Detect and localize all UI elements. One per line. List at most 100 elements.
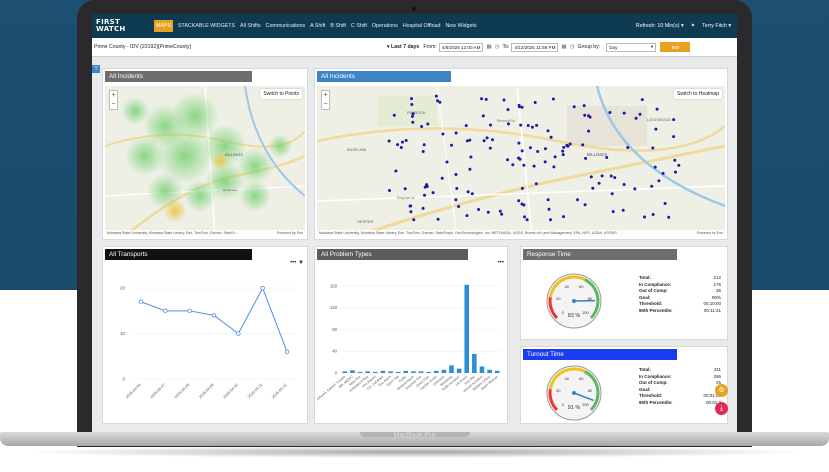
gauge-tick: 60 bbox=[579, 284, 584, 289]
incident-point bbox=[673, 158, 677, 162]
incident-point bbox=[436, 217, 440, 221]
gauge-tick: 20 bbox=[556, 296, 561, 301]
calendar-icon[interactable]: ▦ bbox=[561, 44, 566, 50]
stat-label: In Compliance: bbox=[639, 281, 672, 287]
stat-label: Out of Comp: bbox=[639, 288, 668, 294]
nav-item-maps[interactable]: MAPS bbox=[154, 20, 174, 32]
powered-by[interactable]: Powered by Esri bbox=[696, 230, 723, 237]
incident-point bbox=[640, 98, 644, 102]
nav-item-operations[interactable]: Operations bbox=[372, 23, 398, 29]
points-basemap: RIMROCK LOCKWOOD BASELINE BILLINGS HESPE… bbox=[317, 86, 725, 237]
nav-item-new-widgets[interactable]: New Widgets bbox=[445, 23, 476, 29]
switch-to-heatmap-button[interactable]: Switch to Heatmap bbox=[674, 89, 722, 99]
panel-tools: ••• ▼ bbox=[290, 260, 304, 266]
attribution-text: Montana State University, Montana State … bbox=[319, 231, 617, 235]
incident-point bbox=[674, 170, 677, 174]
calendar-icon[interactable]: ▦ bbox=[486, 44, 491, 50]
to-date-input[interactable]: 4/12/2025 11:59 PM bbox=[511, 42, 559, 52]
data-point bbox=[211, 313, 217, 318]
nav-item-stackable-widgets[interactable]: STACKABLE WIDGETS bbox=[178, 23, 235, 29]
map-label: LOCKWOOD bbox=[647, 117, 671, 122]
x-tick-label: 2025-04-11 bbox=[247, 383, 263, 399]
incident-point bbox=[576, 198, 579, 202]
incident-point bbox=[565, 143, 569, 147]
bar bbox=[418, 371, 424, 373]
clock-icon[interactable]: ◷ bbox=[570, 44, 575, 50]
incident-point bbox=[587, 129, 591, 133]
chevron-down-icon: ▾ bbox=[728, 23, 731, 29]
incident-point bbox=[457, 205, 461, 208]
nav-item-hospital-offload[interactable]: Hospital Offload bbox=[403, 23, 441, 29]
filter-icon[interactable]: ▼ bbox=[298, 260, 304, 266]
incident-point bbox=[672, 135, 676, 139]
incident-point bbox=[517, 199, 521, 203]
gauge-tick: 40 bbox=[565, 284, 570, 289]
bar bbox=[403, 370, 409, 373]
incident-point bbox=[425, 183, 429, 187]
user-menu[interactable]: Terry Fitch ▾ bbox=[702, 23, 731, 29]
incident-point bbox=[422, 143, 426, 147]
zoom-in-button[interactable]: + bbox=[322, 91, 329, 100]
zoom-out-button[interactable]: − bbox=[110, 100, 117, 109]
incident-point bbox=[507, 122, 510, 126]
map-attribution: Montana State University, Montana State … bbox=[317, 230, 725, 237]
pin-icon[interactable]: ✦ bbox=[691, 23, 695, 29]
from-date-input[interactable]: 4/6/2025 12:00 AM bbox=[438, 42, 484, 52]
settings-fab-icon[interactable]: ⚙ bbox=[715, 384, 728, 397]
incident-point bbox=[600, 174, 604, 178]
nav-item-all-shifts[interactable]: All Shifts bbox=[240, 23, 261, 29]
zoom-out-button[interactable]: − bbox=[322, 100, 329, 109]
nav-item-c-shift[interactable]: C Shift bbox=[351, 23, 367, 29]
incident-point bbox=[546, 198, 550, 202]
points-map[interactable]: RIMROCK LOCKWOOD BASELINE BILLINGS HESPE… bbox=[317, 86, 725, 237]
powered-by[interactable]: Powered by Esri bbox=[276, 230, 303, 237]
refresh-selector[interactable]: Refresh: 10 Min(s) ▾ bbox=[636, 23, 684, 29]
incident-point bbox=[549, 135, 553, 139]
incident-point bbox=[484, 97, 488, 101]
incident-point bbox=[638, 112, 642, 116]
incident-point bbox=[551, 97, 555, 101]
y-tick-label: 10 bbox=[120, 331, 126, 336]
response-stats: Total: 212 In Compliance: 176 Out of Comp: 36… bbox=[639, 275, 721, 315]
incident-point bbox=[582, 104, 586, 108]
incident-point bbox=[410, 103, 414, 106]
incident-point bbox=[520, 186, 524, 190]
nav-item-a-shift[interactable]: A Shift bbox=[310, 23, 325, 29]
stat-value: 00:11:41 bbox=[703, 307, 721, 313]
agency-context[interactable]: Prime County - IDV (23192)[PrimeCounty] bbox=[92, 44, 387, 50]
bar bbox=[395, 371, 401, 373]
more-options-icon[interactable]: ••• bbox=[498, 260, 504, 266]
top-nav: FIRST WATCH MAPS STACKABLE WIDGETS All S… bbox=[92, 14, 737, 38]
nav-item-b-shift[interactable]: B Shift bbox=[330, 23, 346, 29]
zoom-in-button[interactable]: + bbox=[110, 91, 117, 100]
group-by-select[interactable]: Day ▾ bbox=[606, 42, 657, 52]
brand-logo[interactable]: FIRST WATCH bbox=[92, 19, 154, 33]
bar bbox=[472, 353, 477, 373]
clock-icon[interactable]: ◷ bbox=[495, 44, 500, 50]
stat-row: Threshold: 00:01:00 bbox=[639, 393, 721, 400]
stat-row: Total: 311 bbox=[639, 367, 721, 374]
incident-point bbox=[621, 208, 625, 212]
gauge-tick: 40 bbox=[565, 376, 570, 381]
download-fab-icon[interactable]: ⤓ bbox=[715, 402, 728, 415]
bar bbox=[479, 366, 485, 373]
incident-point bbox=[485, 136, 489, 140]
incident-point bbox=[465, 214, 469, 218]
incident-point bbox=[480, 97, 483, 101]
switch-to-points-button[interactable]: Switch to Points bbox=[260, 89, 302, 99]
more-options-icon[interactable]: ••• bbox=[290, 260, 296, 266]
date-range-select[interactable]: ▾ Last 7 days bbox=[387, 44, 419, 50]
heatmap-map[interactable]: BILLINGS Grand Ave + − Switch to Points … bbox=[105, 86, 305, 237]
base-shadow bbox=[20, 446, 809, 458]
map-label: Rimrock Rd bbox=[497, 119, 515, 123]
chevron-down-icon: ▾ bbox=[650, 44, 654, 49]
go-button[interactable]: GO bbox=[660, 42, 691, 52]
incident-point bbox=[622, 183, 626, 186]
refresh-label: Refresh: 10 Min(s) bbox=[635, 23, 680, 29]
bar bbox=[456, 368, 462, 373]
incident-point bbox=[489, 123, 492, 127]
nav-item-communications[interactable]: Communications bbox=[266, 23, 305, 29]
incident-point bbox=[568, 142, 572, 146]
filter-toggle-icon[interactable]: ⊤ bbox=[92, 65, 100, 73]
series-line bbox=[140, 286, 288, 352]
